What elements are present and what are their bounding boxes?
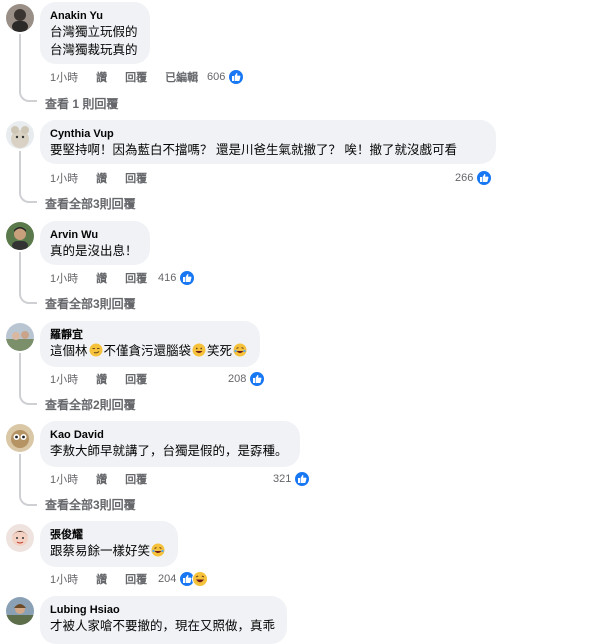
view-replies-link[interactable]: 查看全部3則回覆 <box>45 195 136 212</box>
comment-bubble: Lubing Hsiao 才被人家嗆不要撤的，現在又照做，真乖 <box>40 596 288 644</box>
reaction-count[interactable]: 266 <box>455 170 493 186</box>
reply-button[interactable]: 回覆 <box>125 270 147 286</box>
reaction-count-number: 606 <box>207 71 226 83</box>
thread-line <box>19 34 21 90</box>
avatar[interactable] <box>6 323 34 351</box>
comment-text-segment: 這個林 <box>50 344 88 358</box>
like-icon <box>476 170 493 186</box>
comment-text-line: 才被人家嗆不要撤的，現在又照做，真乖 <box>50 619 276 633</box>
comment-author[interactable]: Lubing Hsiao <box>50 603 275 617</box>
comment-time[interactable]: 1小時 <box>50 371 78 387</box>
thread-connector <box>19 90 37 102</box>
comment-time[interactable]: 1小時 <box>50 170 78 186</box>
like-button[interactable]: 讚 <box>96 170 107 186</box>
like-button[interactable]: 讚 <box>96 571 107 587</box>
comment-bubble: Anakin Yu 台灣獨立玩假的 台灣獨裁玩真的 <box>40 2 150 64</box>
view-replies-link[interactable]: 查看全部3則回覆 <box>45 295 136 312</box>
thread-line <box>19 151 21 191</box>
like-icon <box>228 69 245 85</box>
laugh-cry-emoji <box>233 343 247 357</box>
reply-button[interactable]: 回覆 <box>125 371 147 387</box>
comment-actions: 1小時 讚 回覆 <box>50 270 165 286</box>
comment-text-segment: 不僅貪污還腦袋 <box>103 344 192 358</box>
comment-actions: 1小時 讚 回覆 <box>50 571 165 587</box>
comment-text-segment: 跟蔡易餘一樣好笑 <box>50 544 151 558</box>
comment-text-line: 台灣獨立玩假的 <box>50 25 138 39</box>
comment-text-line: 要堅持啊！因為藍白不擋嗎？ 還是川爸生氣就撤了？ 唉！撤了就沒戲可看 <box>50 143 457 157</box>
comment-text-segment: 笑死 <box>207 344 233 358</box>
comment-text-line: 跟蔡易餘一樣好笑 <box>50 542 166 560</box>
reaction-count-number: 321 <box>273 473 292 485</box>
smirk-emoji <box>89 343 103 357</box>
reaction-count-number: 208 <box>228 373 247 385</box>
avatar[interactable] <box>6 597 34 625</box>
comment-bubble: Cynthia Vup 要堅持啊！因為藍白不擋嗎？ 還是川爸生氣就撤了？ 唉！撤… <box>40 120 496 164</box>
comment-author[interactable]: Cynthia Vup <box>50 127 484 141</box>
thread-connector <box>19 292 37 304</box>
reaction-count[interactable]: 321 <box>273 471 311 487</box>
view-replies-link[interactable]: 查看全部2則回覆 <box>45 396 136 413</box>
comment-actions: 1小時 讚 回覆 已編輯 <box>50 69 216 85</box>
comment-author[interactable]: 張俊耀 <box>50 528 166 542</box>
comment-text-line: 這個林 不僅貪污還腦袋 笑死 <box>50 342 248 360</box>
comment-bubble: 張俊耀 跟蔡易餘一樣好笑 <box>40 521 179 567</box>
comment-time[interactable]: 1小時 <box>50 69 78 85</box>
avatar[interactable] <box>6 222 34 250</box>
comment-author[interactable]: Kao David <box>50 428 288 442</box>
reply-button[interactable]: 回覆 <box>125 170 147 186</box>
like-button[interactable]: 讚 <box>96 270 107 286</box>
comment-bubble: 羅靜宜 這個林 不僅貪污還腦袋 笑死 <box>40 321 261 367</box>
reaction-count[interactable]: 208 <box>228 371 266 387</box>
comment-text-line: 真的是沒出息！ <box>50 244 138 258</box>
reply-button[interactable]: 回覆 <box>125 571 147 587</box>
comment-actions: 1小時 讚 回覆 <box>50 371 165 387</box>
reply-button[interactable]: 回覆 <box>125 69 147 85</box>
edited-label[interactable]: 已編輯 <box>165 69 198 85</box>
like-button[interactable]: 讚 <box>96 371 107 387</box>
thread-connector <box>19 494 37 506</box>
like-icon <box>179 270 196 286</box>
thread-connector <box>19 191 37 203</box>
like-icon <box>294 471 311 487</box>
reaction-count[interactable]: 416 <box>158 270 196 286</box>
like-button[interactable]: 讚 <box>96 471 107 487</box>
avatar[interactable] <box>6 424 34 452</box>
like-icon <box>249 371 266 387</box>
laugh-cry-emoji <box>151 543 165 557</box>
comment-bubble: Kao David 李敖大師早就講了，台獨是假的，是孬種。 <box>40 421 300 467</box>
thread-line <box>19 454 21 494</box>
view-replies-link[interactable]: 查看全部3則回覆 <box>45 496 136 513</box>
haha-icon <box>192 571 209 587</box>
thread-line <box>19 252 21 292</box>
comment-text-line: 台灣獨裁玩真的 <box>50 43 138 57</box>
avatar[interactable] <box>6 4 34 32</box>
comment-author[interactable]: 羅靜宜 <box>50 328 248 342</box>
reply-button[interactable]: 回覆 <box>125 471 147 487</box>
comment-actions: 1小時 讚 回覆 <box>50 170 165 186</box>
reaction-count[interactable]: 204 <box>158 571 209 587</box>
comment-bubble: Arvin Wu 真的是沒出息！ <box>40 221 150 265</box>
reaction-count-number: 204 <box>158 573 177 585</box>
comment-author[interactable]: Arvin Wu <box>50 228 138 242</box>
reaction-count-number: 266 <box>455 172 474 184</box>
reaction-count[interactable]: 606 <box>207 69 245 85</box>
comment-time[interactable]: 1小時 <box>50 270 78 286</box>
like-button[interactable]: 讚 <box>96 69 107 85</box>
avatar[interactable] <box>6 524 34 552</box>
comment-actions: 1小時 讚 回覆 <box>50 471 165 487</box>
comment-time[interactable]: 1小時 <box>50 571 78 587</box>
avatar[interactable] <box>6 121 34 149</box>
comment-author[interactable]: Anakin Yu <box>50 9 138 23</box>
comment-time[interactable]: 1小時 <box>50 471 78 487</box>
comment-text-line: 李敖大師早就講了，台獨是假的，是孬種。 <box>50 444 288 458</box>
grin-emoji <box>192 343 206 357</box>
reaction-count-number: 416 <box>158 272 177 284</box>
thread-connector <box>19 393 37 405</box>
view-replies-link[interactable]: 查看 1 則回覆 <box>45 95 118 112</box>
thread-line <box>19 353 21 393</box>
